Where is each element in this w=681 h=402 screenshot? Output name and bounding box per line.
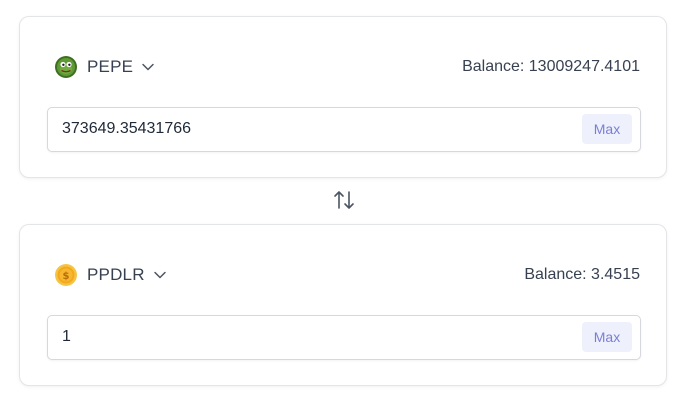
swap-direction-button[interactable] — [332, 190, 356, 214]
to-balance: Balance: 3.4515 — [524, 266, 640, 283]
from-balance: Balance: 13009247.4101 — [462, 58, 640, 75]
from-token-card: PEPE Balance: 13009247.4101 Max — [19, 16, 667, 178]
chevron-down-icon — [141, 60, 155, 74]
to-token-card: $ PPDLR Balance: 3.4515 Max — [19, 224, 667, 386]
to-token-selector[interactable]: $ PPDLR — [55, 262, 167, 288]
to-token-symbol: PPDLR — [87, 265, 145, 284]
svg-text:$: $ — [63, 271, 70, 282]
from-amount-input[interactable] — [62, 118, 542, 140]
to-amount-field: Max — [47, 315, 641, 360]
gold-coin-icon: $ — [55, 264, 77, 286]
pepe-frog-icon — [55, 56, 77, 78]
from-amount-field: Max — [47, 107, 641, 152]
chevron-down-icon — [153, 268, 167, 282]
to-amount-input[interactable] — [62, 326, 542, 348]
from-token-selector[interactable]: PEPE — [55, 54, 155, 80]
to-max-button[interactable]: Max — [582, 322, 632, 352]
from-max-button[interactable]: Max — [582, 114, 632, 144]
from-token-symbol: PEPE — [87, 57, 134, 76]
swap-arrows-icon — [332, 188, 356, 217]
